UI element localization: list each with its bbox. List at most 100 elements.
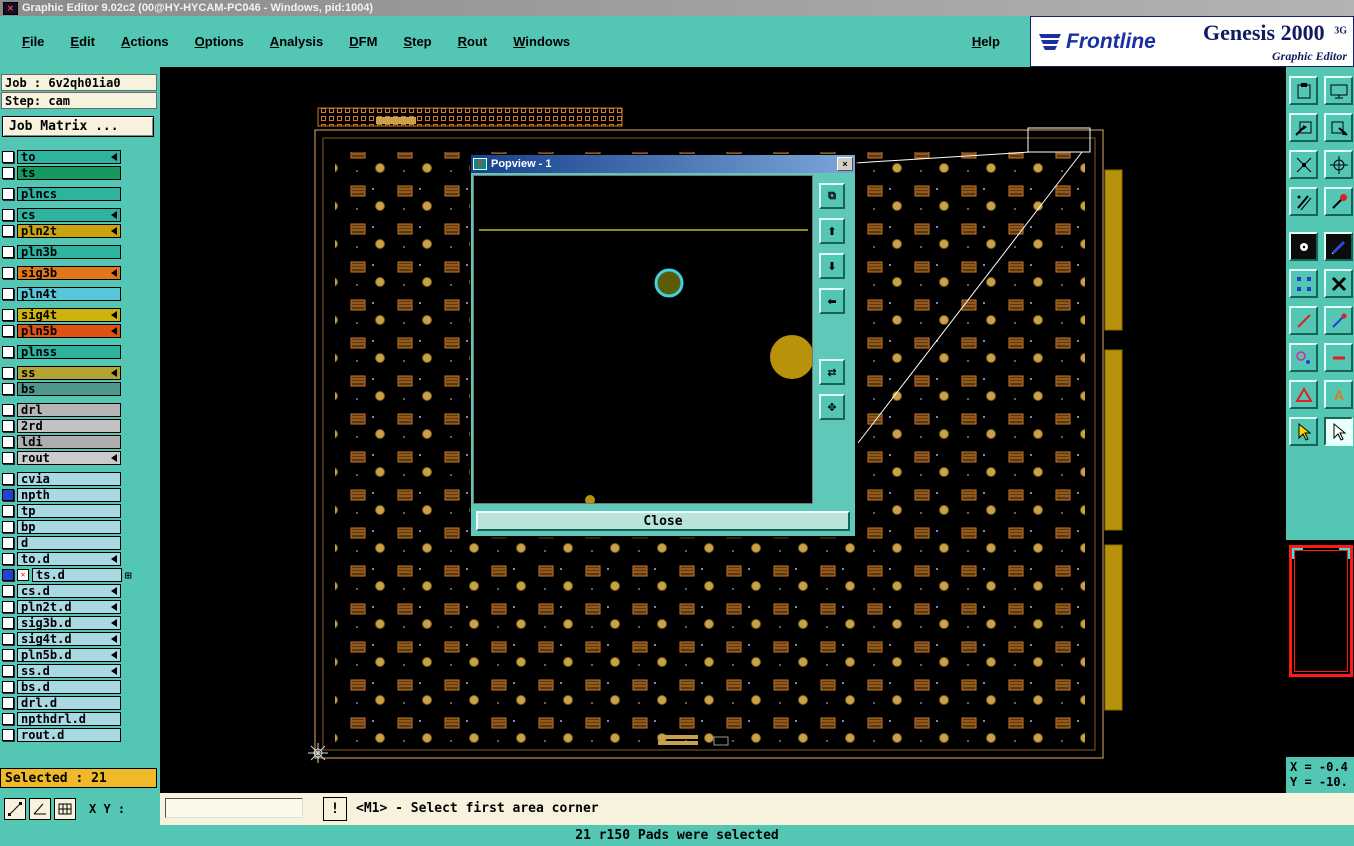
main-canvas[interactable]: ✕ Popview - 1 × ⧉ ⬆ ⬇ ⬅ ⇄ ✥ Close [160,67,1286,793]
layer-select-cell[interactable]: pln5b [17,324,121,338]
layer-row-pln5b[interactable]: ✕ pln5b ⊞ [2,323,158,339]
pv-restore-view-button[interactable]: ⧉ [819,183,845,209]
pv-pan-button[interactable]: ✥ [819,394,845,420]
triangle-tool-button[interactable] [1289,380,1318,409]
menu-windows[interactable]: Windows [513,34,570,49]
popview-close-x-button[interactable]: × [837,157,853,171]
layer-visibility-checkbox[interactable] [2,649,14,661]
layer-select-cell[interactable]: bp [17,520,121,534]
layer-select-cell[interactable]: sig4t.d [17,632,121,646]
menu-options[interactable]: Options [195,34,244,49]
layer-row-to.d[interactable]: ✕ to.d ⊞ [2,551,158,567]
layer-row-ss.d[interactable]: ✕ ss.d ⊞ [2,663,158,679]
probe-tool-button[interactable] [1324,187,1353,216]
layer-select-cell[interactable]: npthdrl.d [17,712,121,726]
layer-visibility-checkbox[interactable] [2,601,14,613]
layer-select-cell[interactable]: pln3b [17,245,121,259]
layer-row-cs[interactable]: ✕ cs ⊞ [2,207,158,223]
layer-select-cell[interactable]: rout.d [17,728,121,742]
layer-visibility-checkbox[interactable] [2,246,14,258]
layer-row-pln3b[interactable]: ✕ pln3b ⊞ [2,244,158,260]
menu-edit[interactable]: Edit [70,34,95,49]
layer-visibility-checkbox[interactable] [2,209,14,221]
layer-row-npth[interactable]: ✕ npth ⊞ [2,487,158,503]
layer-visibility-checkbox[interactable] [2,537,14,549]
layer-row-pln2t[interactable]: ✕ pln2t ⊞ [2,223,158,239]
pan-into-view-button[interactable] [1289,113,1318,142]
layer-visibility-checkbox[interactable] [2,167,14,179]
layer-select-cell[interactable]: to.d [17,552,121,566]
layer-select-cell[interactable]: cs [17,208,121,222]
pv-scroll-up-button[interactable]: ⬆ [819,218,845,244]
popview-dialog[interactable]: ✕ Popview - 1 × ⧉ ⬆ ⬇ ⬅ ⇄ ✥ Close [470,154,856,537]
layer-visibility-checkbox[interactable] [2,633,14,645]
layer-row-plncs[interactable]: ✕ plncs ⊞ [2,186,158,202]
pv-zoom-fit-button[interactable]: ⇄ [819,359,845,385]
layer-select-cell[interactable]: ss.d [17,664,121,678]
layer-visibility-checkbox[interactable] [2,697,14,709]
menu-analysis[interactable]: Analysis [270,34,323,49]
layer-visibility-checkbox[interactable] [2,665,14,677]
layer-select-cell[interactable]: cvia [17,472,121,486]
layer-select-cell[interactable]: ts.d [32,568,122,582]
align-points-button[interactable] [1289,269,1318,298]
layer-visibility-checkbox[interactable] [2,569,14,581]
layer-visibility-checkbox[interactable] [2,383,14,395]
layer-visibility-checkbox[interactable] [2,309,14,321]
text-tool-button[interactable]: A [1324,380,1353,409]
layer-visibility-checkbox[interactable] [2,585,14,597]
layer-visibility-checkbox[interactable] [2,452,14,464]
layer-row-cvia[interactable]: ✕ cvia ⊞ [2,471,158,487]
layer-row-drl[interactable]: ✕ drl ⊞ [2,402,158,418]
grid-mode-button[interactable] [54,798,76,820]
delete-tool-button[interactable] [1324,269,1353,298]
select-mode-active-button[interactable] [1324,417,1353,446]
layer-select-cell[interactable]: npth [17,488,121,502]
layer-select-cell[interactable]: drl [17,403,121,417]
menu-help[interactable]: Help [972,34,1000,49]
layer-visibility-checkbox[interactable] [2,151,14,163]
menu-dfm[interactable]: DFM [349,34,377,49]
layer-select-cell[interactable]: plnss [17,345,121,359]
layer-row-bs.d[interactable]: ✕ bs.d ⊞ [2,679,158,695]
popview-canvas[interactable] [473,175,814,505]
layer-row-sig4t[interactable]: ✕ sig4t ⊞ [2,307,158,323]
window-titlebar[interactable]: ✕ Graphic Editor 9.02c2 (00@HY-HYCAM-PC0… [0,0,1354,16]
layer-row-sig3b[interactable]: ✕ sig3b ⊞ [2,265,158,281]
layer-select-cell[interactable]: plncs [17,187,121,201]
layer-row-sig3b.d[interactable]: ✕ sig3b.d ⊞ [2,615,158,631]
layer-select-cell[interactable]: ts [17,166,121,180]
slope-mode-button[interactable] [4,798,26,820]
overview-viewport-rect[interactable] [1289,545,1353,677]
layer-select-cell[interactable]: d [17,536,121,550]
layer-row-2rd[interactable]: ✕ 2rd ⊞ [2,418,158,434]
menu-file[interactable]: File [22,34,44,49]
layer-visibility-checkbox[interactable] [2,473,14,485]
layer-visibility-checkbox[interactable] [2,521,14,533]
clipboard-tool-button[interactable] [1289,76,1318,105]
layer-visibility-checkbox[interactable] [2,729,14,741]
layer-visibility-checkbox[interactable] [2,325,14,337]
layer-visibility-checkbox[interactable] [2,367,14,379]
layer-visibility-checkbox[interactable] [2,553,14,565]
layer-visibility-checkbox[interactable] [2,346,14,358]
alert-button[interactable]: ! [323,797,347,821]
layer-row-ts.d[interactable]: ✕ ts.d ⊞ [2,567,158,583]
layer-select-cell[interactable]: bs.d [17,680,121,694]
layer-visibility-checkbox[interactable] [2,225,14,237]
popview-titlebar[interactable]: ✕ Popview - 1 × [471,155,855,173]
screen-view-button[interactable] [1324,76,1353,105]
measure-tool-button[interactable] [1289,187,1318,216]
layer-select-cell[interactable]: to [17,150,121,164]
layer-visibility-checkbox[interactable] [2,404,14,416]
layer-row-bp[interactable]: ✕ bp ⊞ [2,519,158,535]
job-matrix-button[interactable]: Job Matrix ... [2,116,154,137]
layer-row-tp[interactable]: ✕ tp ⊞ [2,503,158,519]
layer-select-cell[interactable]: sig3b.d [17,616,121,630]
layer-select-cell[interactable]: tp [17,504,121,518]
menu-rout[interactable]: Rout [458,34,488,49]
layer-visibility-checkbox[interactable] [2,267,14,279]
popview-close-button[interactable]: Close [476,511,850,531]
layer-visibility-checkbox[interactable] [2,188,14,200]
layer-select-cell[interactable]: sig4t [17,308,121,322]
